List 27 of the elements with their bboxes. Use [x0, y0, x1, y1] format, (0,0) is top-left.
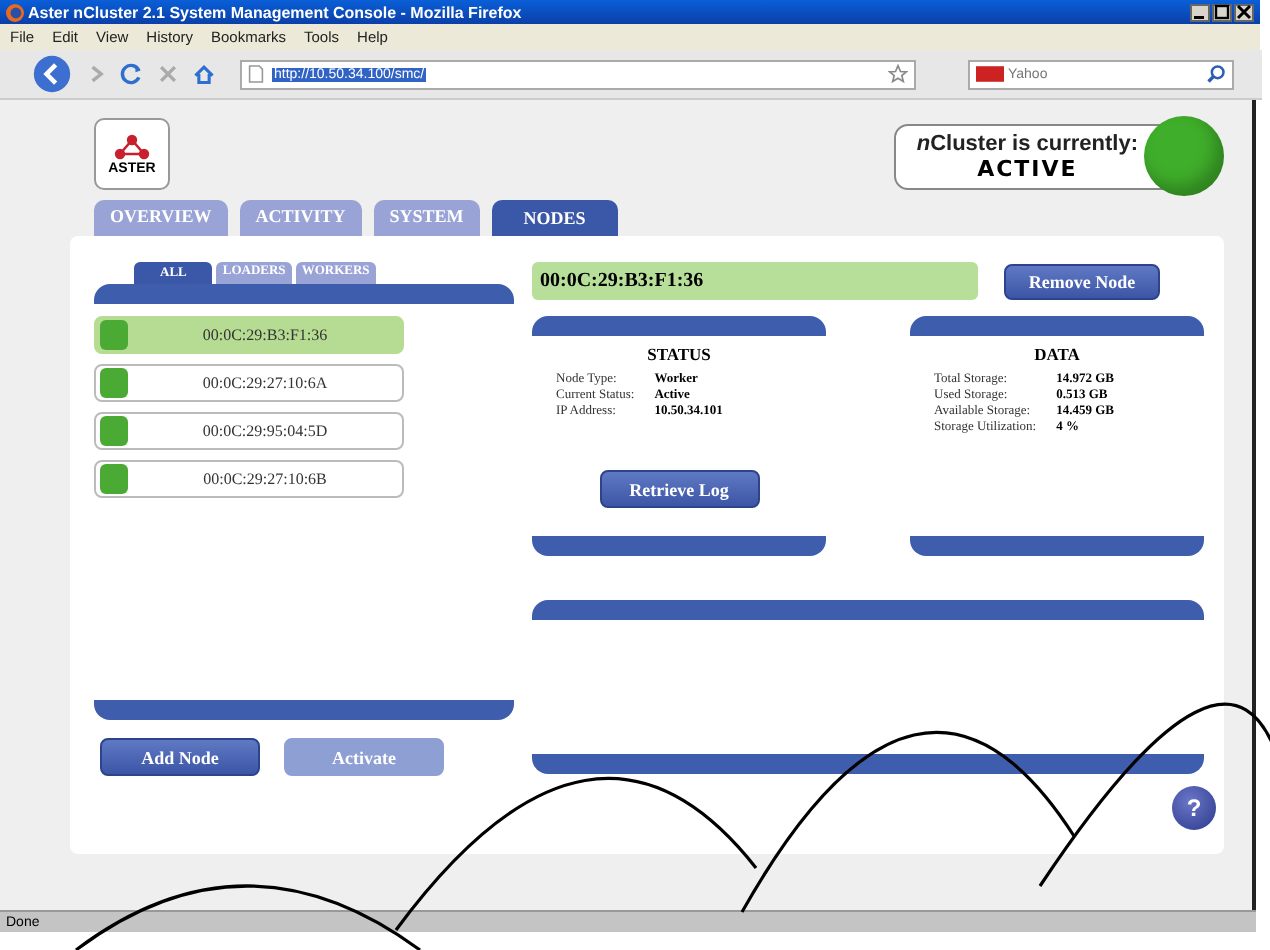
page-icon [248, 64, 264, 84]
node-item[interactable]: 00:0C:29:95:04:5D [94, 412, 404, 450]
tab[interactable]: NODES [491, 200, 618, 236]
add-node-button[interactable]: Add Node [100, 738, 260, 776]
section-title: DATA [1032, 344, 1082, 364]
browser-logo-icon [6, 3, 24, 21]
search-icon[interactable] [1206, 64, 1226, 84]
close-button[interactable] [1234, 3, 1254, 21]
cluster-status-value: ACTIVE [977, 155, 1078, 181]
remove-node-button[interactable]: Remove Node [1004, 263, 1160, 299]
maximize-icon [1214, 4, 1230, 20]
section-title: STATUS [645, 344, 713, 364]
reload-icon[interactable] [120, 62, 144, 86]
star-icon[interactable] [888, 64, 908, 84]
selected-node-field: 00:0C:29:B3:F1:36 [532, 262, 978, 300]
cluster-status-label: nCluster is currently: [916, 131, 1138, 155]
minimize-button[interactable] [1190, 3, 1210, 21]
back-icon[interactable] [32, 54, 72, 94]
node-item[interactable]: 00:0C:29:B3:F1:36 [94, 316, 404, 354]
node-item[interactable]: 00:0C:29:27:10:6B [94, 460, 404, 498]
close-icon [1236, 4, 1252, 20]
home-icon[interactable] [192, 62, 216, 86]
node-item[interactable]: 00:0C:29:27:10:6A [94, 364, 404, 402]
window-title: Aster nCluster 2.1 System Management Console - Mozilla Firefox [28, 3, 524, 21]
retrieve-log-button[interactable]: Retrieve Log [599, 470, 759, 508]
help-button[interactable]: ? [1172, 786, 1216, 830]
maximize-button[interactable] [1212, 3, 1232, 21]
